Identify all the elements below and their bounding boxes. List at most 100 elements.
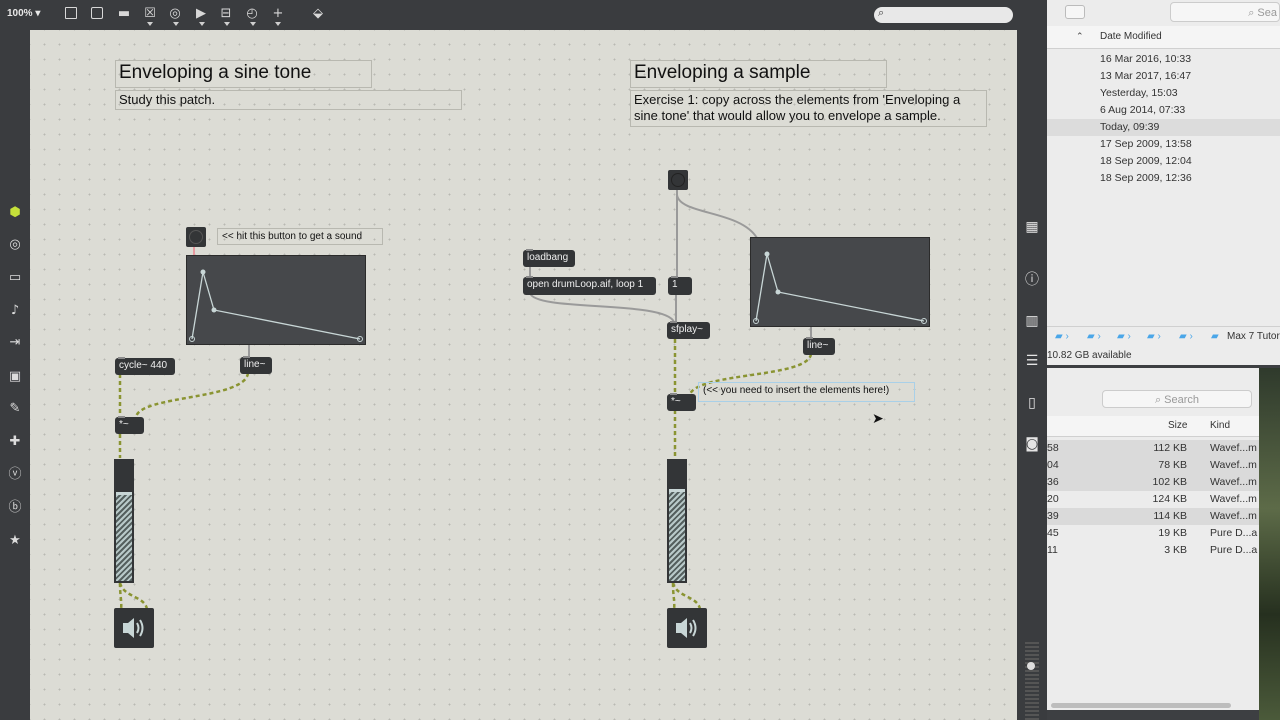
list-item[interactable]: 18 Sep 2009, 12:04 — [1047, 153, 1280, 170]
sort-chevron-icon[interactable]: ⌃ — [1076, 31, 1084, 42]
kind-cell: Wavef...m — [1210, 459, 1257, 471]
line-object[interactable]: line~ — [240, 356, 272, 374]
speaker-icon — [676, 618, 697, 638]
signal-cord — [118, 582, 149, 611]
list-item[interactable]: 6 Aug 2014, 07:33 — [1047, 102, 1280, 119]
multiply-object-right[interactable]: *~ — [667, 393, 696, 411]
list-icon[interactable]: ☰ — [1023, 352, 1041, 370]
table-row[interactable]: 11 3 KB Pure D...a — [1047, 542, 1259, 559]
gain-handle[interactable] — [116, 492, 132, 495]
envelope-curve — [189, 269, 363, 342]
grid-icon[interactable]: ▦ — [1023, 218, 1041, 236]
speaker-icon — [123, 618, 144, 638]
signal-cord — [134, 372, 250, 418]
name-cell: 04 — [1047, 459, 1059, 471]
table-row[interactable]: 39 114 KB Wavef...m — [1047, 508, 1259, 525]
folder-icon[interactable]: ▰ › — [1055, 327, 1069, 347]
bang-button[interactable] — [186, 227, 206, 247]
patch-cord — [529, 292, 675, 323]
date-cell: Yesterday, 15:03 — [1100, 87, 1178, 99]
size-cell: 19 KB — [1158, 527, 1187, 539]
sfplay-object[interactable]: sfplay~ — [667, 321, 710, 339]
cycle-object[interactable]: cycle~ 440 — [115, 357, 175, 375]
list-item[interactable]: 18 Sep 2009, 12:36 — [1047, 170, 1280, 187]
tag-icon[interactable] — [1065, 5, 1085, 19]
date-cell: 6 Aug 2014, 07:33 — [1100, 104, 1186, 116]
finder-search-placeholder: Sea — [1257, 7, 1277, 19]
kind-cell: Wavef...m — [1210, 476, 1257, 488]
right-sidebar: ▦ ⓘ ▥ ☰ ▯ ◙ — [1017, 30, 1047, 720]
finder-scrollbar[interactable] — [1051, 703, 1231, 708]
search-input[interactable]: ⌕ Search — [1102, 390, 1252, 408]
folder-icon[interactable]: ▰ — [1211, 327, 1219, 347]
name-cell: 39 — [1047, 510, 1059, 522]
meter-knob[interactable] — [1027, 662, 1035, 670]
gain-slider-left[interactable] — [114, 459, 134, 583]
list-item[interactable]: 16 Mar 2016, 10:33 — [1047, 51, 1280, 68]
insert-hint-comment[interactable]: (<< you need to insert the elements here… — [698, 382, 915, 402]
name-cell: 45 — [1047, 527, 1059, 539]
folder-icon[interactable]: ▰ › — [1117, 327, 1131, 347]
path-item[interactable]: Max 7 Tutor — [1227, 327, 1280, 347]
date-cell: 18 Sep 2009, 12:04 — [1100, 155, 1192, 167]
patch-cord — [676, 194, 758, 239]
size-cell: 114 KB — [1153, 510, 1187, 522]
ezdac-left[interactable] — [114, 608, 154, 648]
one-message[interactable]: 1 — [668, 276, 692, 295]
size-cell: 78 KB — [1158, 459, 1187, 471]
mouse-pointer-icon: ➤ — [872, 410, 884, 426]
envelope-curve — [753, 251, 927, 324]
kind-header[interactable]: Kind — [1210, 416, 1230, 436]
date-cell: Today, 09:39 — [1100, 121, 1160, 133]
name-cell: 11 — [1047, 544, 1058, 556]
name-cell: 20 — [1047, 493, 1059, 505]
camera-icon[interactable]: ◙ — [1023, 435, 1041, 453]
gain-level — [116, 495, 132, 581]
table-row[interactable]: 36 102 KB Wavef...m — [1047, 474, 1259, 491]
table-row[interactable]: 20 124 KB Wavef...m — [1047, 491, 1259, 508]
search-placeholder: Search — [1164, 394, 1200, 406]
list-item[interactable]: 17 Sep 2009, 13:58 — [1047, 136, 1280, 153]
size-cell: 112 KB — [1153, 442, 1187, 454]
book-icon[interactable]: ▯ — [1023, 394, 1041, 412]
folder-icon[interactable]: ▰ › — [1179, 327, 1193, 347]
size-cell: 3 KB — [1164, 544, 1187, 556]
line-object-right[interactable]: line~ — [803, 337, 835, 355]
date-modified-header[interactable]: Date Modified — [1100, 31, 1162, 42]
date-cell: 17 Sep 2009, 13:58 — [1100, 138, 1192, 150]
size-header[interactable]: Size — [1168, 416, 1187, 436]
function-envelope-right[interactable] — [750, 237, 930, 327]
table-row[interactable]: 58 112 KB Wavef...m — [1047, 440, 1259, 457]
finder-status-bar: 10.82 GB available — [1047, 346, 1280, 365]
open-message[interactable]: open drumLoop.aif, loop 1 — [523, 276, 656, 295]
finder-scrollbar-track — [1047, 700, 1259, 710]
kind-cell: Pure D...a — [1210, 527, 1258, 539]
gain-slider-right[interactable] — [667, 459, 687, 583]
folder-icon[interactable]: ▰ › — [1147, 327, 1161, 347]
size-cell: 102 KB — [1152, 476, 1187, 488]
column-header-row: Size Kind — [1047, 416, 1259, 437]
finder-search-top[interactable]: ⌕ Sea — [1170, 2, 1280, 22]
gain-level — [669, 492, 685, 581]
date-cell: 16 Mar 2016, 10:33 — [1100, 53, 1192, 65]
folder-icon[interactable]: ▰ › — [1087, 327, 1101, 347]
list-item[interactable]: Yesterday, 15:03 — [1047, 85, 1280, 102]
loadbang-object[interactable]: loadbang — [523, 249, 575, 267]
date-cell: 18 Sep 2009, 12:36 — [1100, 172, 1192, 184]
name-cell: 58 — [1047, 442, 1059, 454]
bang-button-right[interactable] — [668, 170, 688, 190]
columns-icon[interactable]: ▥ — [1023, 312, 1041, 330]
table-row[interactable]: 04 78 KB Wavef...m — [1047, 457, 1259, 474]
table-row[interactable]: 45 19 KB Pure D...a — [1047, 525, 1259, 542]
kind-cell: Wavef...m — [1210, 510, 1257, 522]
function-envelope[interactable] — [186, 255, 366, 345]
info-icon[interactable]: ⓘ — [1023, 271, 1041, 289]
name-cell: 36 — [1047, 476, 1059, 488]
gain-handle[interactable] — [669, 489, 685, 492]
left-title: Enveloping a sine tone — [115, 60, 372, 88]
list-item[interactable]: 13 Mar 2017, 16:47 — [1047, 68, 1280, 85]
hint-comment: << hit this button to get a sound — [217, 228, 383, 245]
ezdac-right[interactable] — [667, 608, 707, 648]
multiply-object[interactable]: *~ — [115, 416, 144, 434]
list-item-selected[interactable]: Today, 09:39 — [1047, 119, 1280, 136]
